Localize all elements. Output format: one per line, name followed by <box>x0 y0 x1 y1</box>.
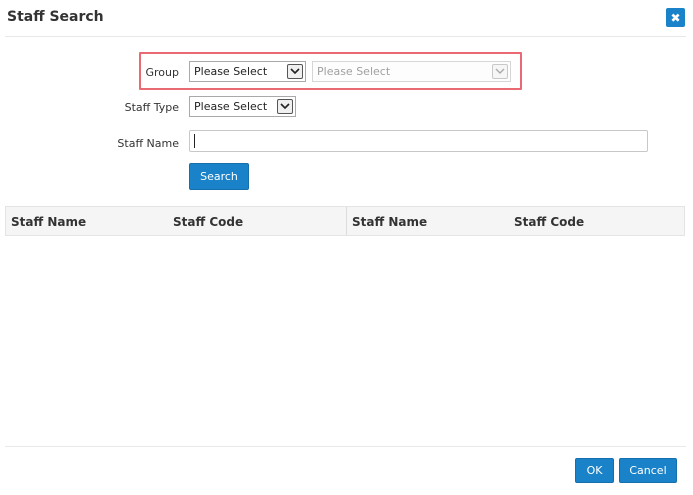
title-divider <box>5 36 686 37</box>
group-select-value: Please Select <box>194 65 268 78</box>
column-header-staff-name-2: Staff Name <box>352 215 428 229</box>
staff-type-label: Staff Type <box>124 101 179 114</box>
staff-type-select-value: Please Select <box>194 100 268 113</box>
chevron-down-icon <box>287 64 303 79</box>
staff-type-select[interactable]: Please Select <box>189 96 296 117</box>
column-header-staff-code-1: Staff Code <box>173 215 244 229</box>
close-icon: ✖ <box>670 10 681 25</box>
chevron-down-icon <box>277 99 293 114</box>
group-label: Group <box>145 66 180 79</box>
group-select[interactable]: Please Select <box>189 61 306 82</box>
column-header-staff-code-2: Staff Code <box>514 215 585 229</box>
subgroup-select-value: Please Select <box>317 65 391 78</box>
cancel-button[interactable]: Cancel <box>619 458 677 483</box>
column-header-staff-name-1: Staff Name <box>11 215 87 229</box>
staff-name-label: Staff Name <box>117 137 179 150</box>
chevron-down-icon <box>492 64 508 79</box>
dialog-title: Staff Search <box>7 9 104 25</box>
text-caret <box>194 134 195 148</box>
results-table-header: Staff Name Staff Code Staff Name Staff C… <box>5 206 685 236</box>
column-divider <box>346 207 347 235</box>
close-button[interactable]: ✖ <box>666 8 685 27</box>
staff-name-input[interactable] <box>189 130 648 152</box>
search-button[interactable]: Search <box>189 163 249 190</box>
footer-divider <box>5 446 686 447</box>
subgroup-select[interactable]: Please Select <box>312 61 511 82</box>
ok-button[interactable]: OK <box>575 458 614 483</box>
staff-search-dialog: Staff Search ✖ Group Please Select Pleas… <box>0 0 693 495</box>
